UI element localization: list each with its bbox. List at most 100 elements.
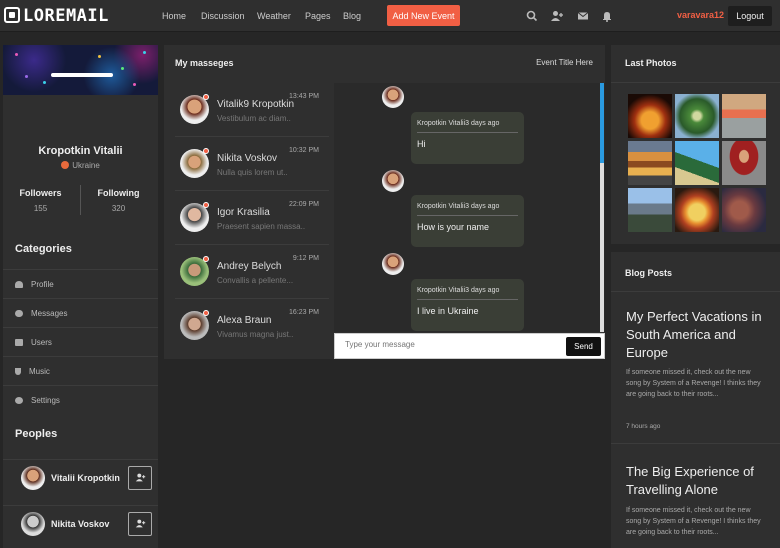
people-item[interactable]: Vitalii Kropotkin (3, 459, 158, 495)
photo-thumbnail[interactable] (675, 188, 719, 232)
scrollbar-thumb[interactable] (600, 83, 604, 163)
contact-time: 16:23 PM (289, 309, 319, 316)
mail-icon[interactable] (576, 9, 590, 23)
photo-thumbnail[interactable] (628, 188, 672, 232)
add-new-event-button[interactable]: Add New Event (387, 5, 460, 26)
category-profile[interactable]: Profile (3, 269, 158, 298)
contact-time: 22:09 PM (289, 201, 319, 208)
profile-sidebar: Kropotkin Vitalii Ukraine Followers 155 … (3, 45, 158, 548)
send-button[interactable]: Send (566, 337, 601, 356)
divider (611, 82, 780, 83)
music-icon (15, 367, 21, 375)
nav-discussion[interactable]: Discussion (201, 11, 245, 21)
brand-logo[interactable]: LOREMAIL (4, 6, 109, 26)
message-divider (417, 132, 518, 133)
nav-weather[interactable]: Weather (257, 11, 291, 21)
chat-message: Kropotkin Vitalii3 days ago How is your … (411, 195, 524, 247)
gear-icon (15, 396, 23, 404)
category-messages[interactable]: Messages (3, 298, 158, 327)
message-text: How is your name (417, 222, 490, 232)
contact-name: Igor Krasilia (217, 207, 270, 218)
following-label: Following (97, 188, 140, 198)
messages-panel: My masseges Event Title Here Vitalik9 Kr… (164, 45, 605, 359)
followers-stat[interactable]: Followers 155 (3, 188, 78, 213)
following-stat[interactable]: Following 320 (81, 188, 156, 213)
add-friend-button[interactable] (128, 465, 152, 490)
contact-name: Andrey Belych (217, 261, 282, 272)
category-label: Messages (31, 308, 68, 318)
blog-post-excerpt: If someone missed it, check out the new … (626, 369, 761, 398)
brand-name: LOREMAIL (23, 6, 109, 26)
message-input[interactable] (345, 340, 545, 349)
peoples-heading: Peoples (15, 428, 58, 440)
unread-dot (203, 256, 209, 262)
contact-preview: Praesent sapien massa.. (217, 222, 306, 231)
contact-name: Vitalik9 Kropotkin (217, 99, 295, 110)
chat-window[interactable]: Kropotkin Vitalii3 days ago Hi Kropotkin… (334, 83, 605, 332)
chat-message: Kropotkin Vitalii3 days ago I live in Uk… (411, 279, 524, 331)
categories-heading: Categories (15, 243, 72, 255)
search-icon[interactable] (525, 9, 539, 23)
category-settings[interactable]: Settings (3, 385, 158, 414)
contact-item[interactable]: Nikita Voskov Nulla quis lorem ut.. 10:3… (175, 137, 329, 191)
category-music[interactable]: Music (3, 356, 158, 385)
message-text: Hi (417, 139, 426, 149)
photo-thumbnail[interactable] (722, 94, 766, 138)
divider (611, 291, 780, 292)
photo-thumbnail[interactable] (722, 188, 766, 232)
logout-button[interactable]: Logout (728, 6, 772, 26)
category-label: Profile (31, 279, 54, 289)
unread-dot (203, 148, 209, 154)
people-name: Vitalii Kropotkin (51, 472, 120, 483)
id-card-icon (15, 338, 23, 346)
message-header: Kropotkin Vitalii3 days ago (417, 203, 500, 210)
blog-post-time: 7 hours ago (626, 423, 661, 430)
photo-thumbnail[interactable] (675, 141, 719, 185)
contact-item[interactable]: Alexa Braun Vivamus magna just.. 16:23 P… (175, 299, 329, 353)
current-username[interactable]: varavara12 (677, 10, 724, 20)
contact-time: 9:12 PM (292, 255, 319, 262)
photo-thumbnail[interactable] (675, 94, 719, 138)
category-users[interactable]: Users (3, 327, 158, 356)
photo-thumbnail[interactable] (722, 141, 766, 185)
following-count: 320 (111, 204, 126, 213)
bell-icon[interactable] (600, 9, 614, 23)
contact-time: 13:43 PM (289, 93, 319, 100)
contact-preview: Vestibulum ac diam.. (217, 114, 291, 123)
country-label: Ukraine (72, 161, 100, 170)
message-header: Kropotkin Vitalii3 days ago (417, 287, 500, 294)
cover-decor (43, 81, 46, 84)
chat-message: Kropotkin Vitalii3 days ago Hi (411, 112, 524, 164)
blog-post-excerpt: If someone missed it, check out the new … (626, 507, 761, 536)
add-friend-button[interactable] (128, 511, 152, 536)
contact-item[interactable]: Vitalik9 Kropotkin Vestibulum ac diam.. … (175, 83, 329, 137)
avatar (21, 511, 45, 536)
category-label: Music (29, 366, 50, 376)
category-label: Settings (31, 395, 60, 405)
globe-icon (61, 161, 70, 169)
cover-bar (51, 73, 113, 77)
nav-home[interactable]: Home (162, 11, 186, 21)
contact-item[interactable]: Igor Krasilia Praesent sapien massa.. 22… (175, 191, 329, 245)
add-user-icon[interactable] (550, 9, 564, 23)
chat-scrollbar[interactable] (600, 83, 604, 332)
blog-post-title[interactable]: My Perfect Vacations in South America an… (626, 308, 774, 362)
profile-cover-image (3, 45, 158, 95)
top-navbar: LOREMAIL Home Discussion Weather Pages B… (0, 0, 780, 32)
unread-dot (203, 310, 209, 316)
contact-preview: Nulla quis lorem ut.. (217, 168, 288, 177)
nav-pages[interactable]: Pages (305, 11, 331, 21)
photo-grid (628, 94, 766, 232)
avatar (382, 86, 404, 108)
nav-blog[interactable]: Blog (343, 11, 361, 21)
people-item[interactable]: Nikita Voskov (3, 505, 158, 541)
last-photos-heading: Last Photos (625, 58, 677, 68)
cover-decor (133, 83, 136, 86)
section-gap (611, 244, 780, 252)
photo-thumbnail[interactable] (628, 141, 672, 185)
contact-preview: Vivamus magna just.. (217, 330, 294, 339)
photo-thumbnail[interactable] (628, 94, 672, 138)
contact-item[interactable]: Andrey Belych Convallis a pellente... 9:… (175, 245, 329, 299)
blog-post-title[interactable]: The Big Experience of Travelling Alone (626, 463, 774, 499)
contact-name: Nikita Voskov (217, 153, 278, 164)
